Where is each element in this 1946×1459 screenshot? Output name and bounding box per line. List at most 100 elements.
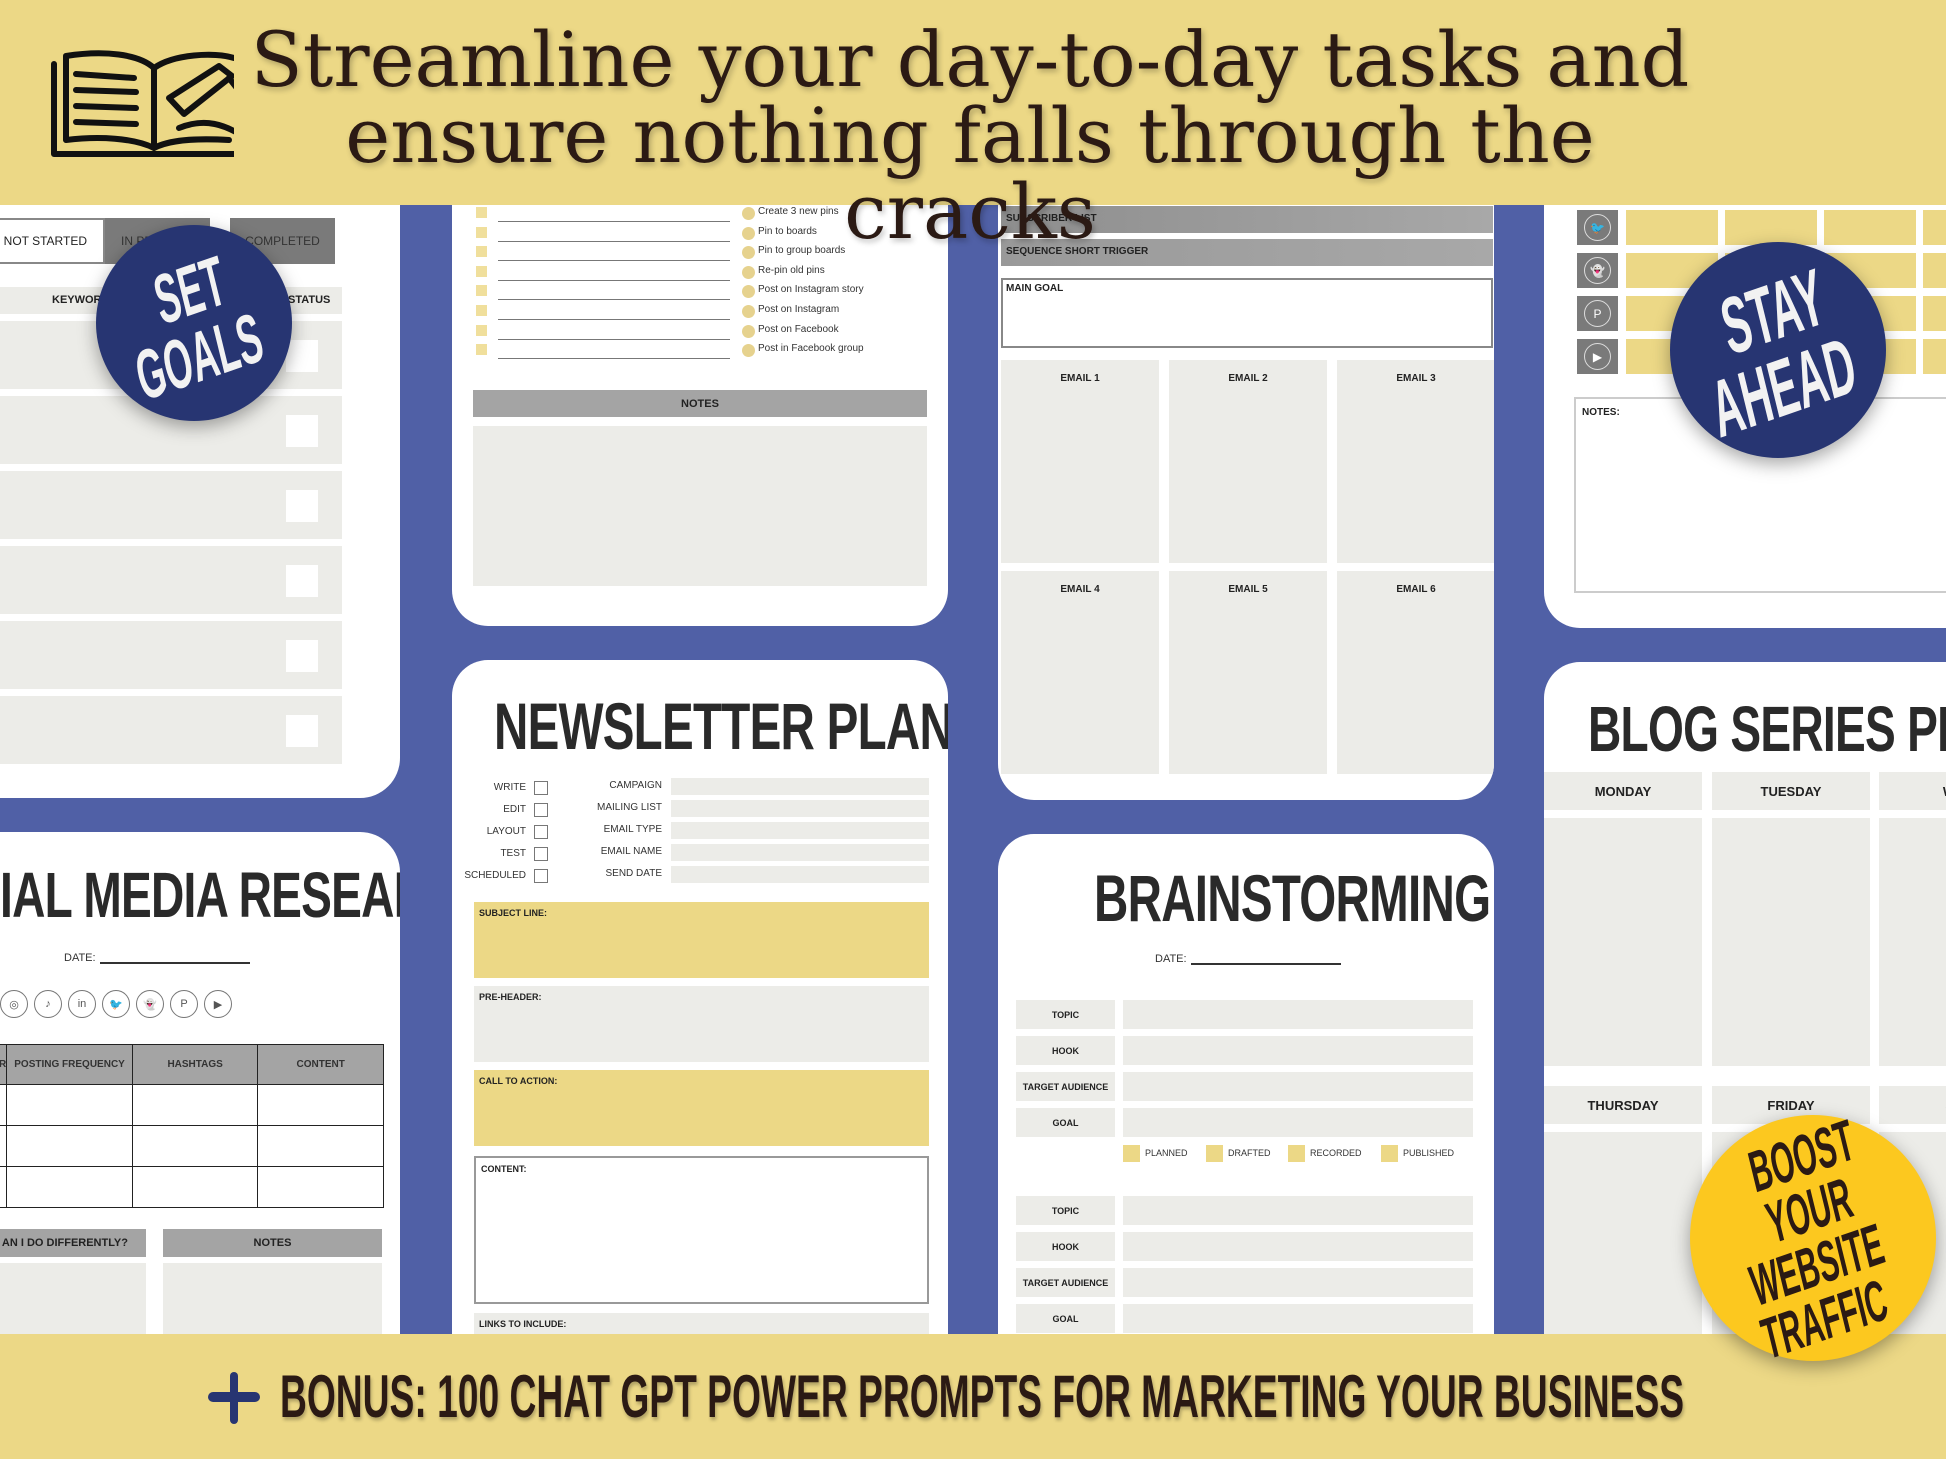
email-label: EMAIL 5 <box>1228 584 1268 595</box>
task-line[interactable] <box>498 299 730 301</box>
task-checkbox[interactable] <box>476 305 487 316</box>
header-title: Streamline your day-to-day tasks and ens… <box>240 22 1700 250</box>
main-goal-field[interactable]: MAIN GOAL <box>1001 278 1493 348</box>
day-cell[interactable] <box>1544 1132 1702 1342</box>
brainstorm-input[interactable] <box>1123 1196 1473 1225</box>
day-cell[interactable] <box>1879 818 1946 1066</box>
email-box[interactable]: EMAIL 4 <box>1001 571 1159 774</box>
status-label: PUBLISHED <box>1403 1148 1455 1158</box>
schedule-cell[interactable] <box>1923 296 1946 331</box>
email-box[interactable]: EMAIL 5 <box>1169 571 1327 774</box>
status-checkbox[interactable] <box>1206 1145 1223 1162</box>
status-checkbox[interactable] <box>1288 1145 1305 1162</box>
day-cell[interactable] <box>1544 818 1702 1066</box>
task-bullet-icon[interactable] <box>742 344 755 358</box>
checklist-checkbox[interactable] <box>534 781 548 795</box>
research-date-line[interactable] <box>100 962 250 964</box>
email-box[interactable]: EMAIL 1 <box>1001 360 1159 563</box>
brainstorm-row-label: TOPIC <box>1016 1196 1115 1225</box>
research-cell[interactable] <box>0 1125 8 1167</box>
field-input[interactable] <box>671 778 929 795</box>
field-input[interactable] <box>671 800 929 817</box>
status-checkbox[interactable] <box>286 640 318 672</box>
schedule-cell[interactable] <box>1725 210 1817 245</box>
brainstorm-row-label: GOAL <box>1016 1108 1115 1137</box>
research-cell[interactable] <box>131 1084 259 1126</box>
call-to-action-field[interactable]: CALL TO ACTION: <box>474 1070 929 1146</box>
set-goals-badge: SET GOALS <box>96 225 292 421</box>
research-column-header: CONTENT <box>257 1044 384 1085</box>
status-checkbox[interactable] <box>1381 1145 1398 1162</box>
content-field[interactable]: CONTENT: <box>474 1156 929 1304</box>
day-cell[interactable] <box>1712 818 1870 1066</box>
task-checkbox[interactable] <box>476 285 487 297</box>
field-input[interactable] <box>671 866 929 883</box>
task-checkbox[interactable] <box>476 344 487 356</box>
task-line[interactable] <box>498 338 730 340</box>
brainstorm-input[interactable] <box>1123 1304 1473 1333</box>
research-cell[interactable] <box>6 1166 133 1208</box>
keyword-row <box>0 696 342 764</box>
research-cell[interactable] <box>257 1084 384 1126</box>
research-table: TORPOSTING FREQUENCYHASHTAGSCONTENT <box>0 1044 384 1208</box>
brainstorm-input[interactable] <box>1123 1108 1473 1137</box>
research-header-row: TORPOSTING FREQUENCYHASHTAGSCONTENT <box>0 1044 384 1085</box>
task-bullet-icon[interactable] <box>742 285 755 299</box>
task-bullet-icon[interactable] <box>742 305 755 318</box>
brainstorm-input[interactable] <box>1123 1072 1473 1101</box>
email-box[interactable]: EMAIL 2 <box>1169 360 1327 563</box>
checklist-checkbox[interactable] <box>534 825 548 839</box>
research-row <box>0 1084 384 1126</box>
research-cell[interactable] <box>6 1084 133 1126</box>
task-line[interactable] <box>498 319 730 320</box>
research-cell[interactable] <box>6 1125 133 1167</box>
field-input[interactable] <box>671 844 929 861</box>
status-checkbox[interactable] <box>286 715 318 747</box>
day-header: MONDAY <box>1544 772 1702 810</box>
research-cell[interactable] <box>0 1166 8 1208</box>
schedule-cell[interactable] <box>1923 253 1946 288</box>
brainstorm-date-line[interactable] <box>1191 963 1341 965</box>
task-bullet-icon[interactable] <box>742 324 755 338</box>
social-notes-label: NOTES: <box>1582 407 1620 418</box>
day-label: THURSDAY <box>1587 1097 1659 1113</box>
status-checkbox[interactable] <box>1123 1145 1140 1162</box>
status-checkbox[interactable] <box>286 490 318 522</box>
task-checkbox[interactable] <box>476 265 487 277</box>
research-row <box>0 1166 384 1208</box>
email-box[interactable]: EMAIL 6 <box>1337 571 1494 774</box>
brainstorm-input[interactable] <box>1123 1232 1473 1261</box>
brainstorm-input[interactable] <box>1123 1000 1473 1029</box>
checklist-checkbox[interactable] <box>534 847 548 861</box>
subject-line-field[interactable]: SUBJECT LINE: <box>474 902 929 978</box>
task-line[interactable] <box>498 279 730 281</box>
checklist-checkbox[interactable] <box>534 869 548 883</box>
research-cell[interactable] <box>0 1084 8 1126</box>
task-bullet-icon[interactable] <box>742 265 755 279</box>
status-checkbox[interactable] <box>286 565 318 597</box>
schedule-cell[interactable] <box>1923 210 1946 245</box>
brainstorm-input[interactable] <box>1123 1036 1473 1065</box>
brainstorm-input[interactable] <box>1123 1268 1473 1297</box>
checklist-checkbox[interactable] <box>534 803 548 817</box>
field-label: SEND DATE <box>605 868 663 879</box>
email-box[interactable]: EMAIL 3 <box>1337 360 1494 563</box>
call-to-action-label: CALL TO ACTION: <box>479 1076 558 1086</box>
task-line[interactable] <box>498 358 730 360</box>
notes-area[interactable] <box>473 426 927 586</box>
research-cell[interactable] <box>131 1125 259 1167</box>
research-cell[interactable] <box>257 1166 384 1208</box>
pre-header-field[interactable]: PRE-HEADER: <box>474 986 929 1062</box>
header-banner: Streamline your day-to-day tasks and ens… <box>0 0 1946 250</box>
research-cell[interactable] <box>257 1125 384 1167</box>
research-cell[interactable] <box>131 1166 259 1208</box>
task-label: Post on Instagram <box>758 304 840 315</box>
schedule-cell[interactable] <box>1923 339 1946 374</box>
bonus-banner: BONUS: 100 CHAT GPT POWER PROMPTS FOR MA… <box>0 1334 1946 1459</box>
task-checkbox[interactable] <box>476 324 487 336</box>
schedule-cell[interactable] <box>1824 210 1916 245</box>
content-label: CONTENT: <box>481 1164 527 1174</box>
field-input[interactable] <box>671 822 929 839</box>
status-checkbox[interactable] <box>286 415 318 447</box>
task-line[interactable] <box>498 260 730 262</box>
